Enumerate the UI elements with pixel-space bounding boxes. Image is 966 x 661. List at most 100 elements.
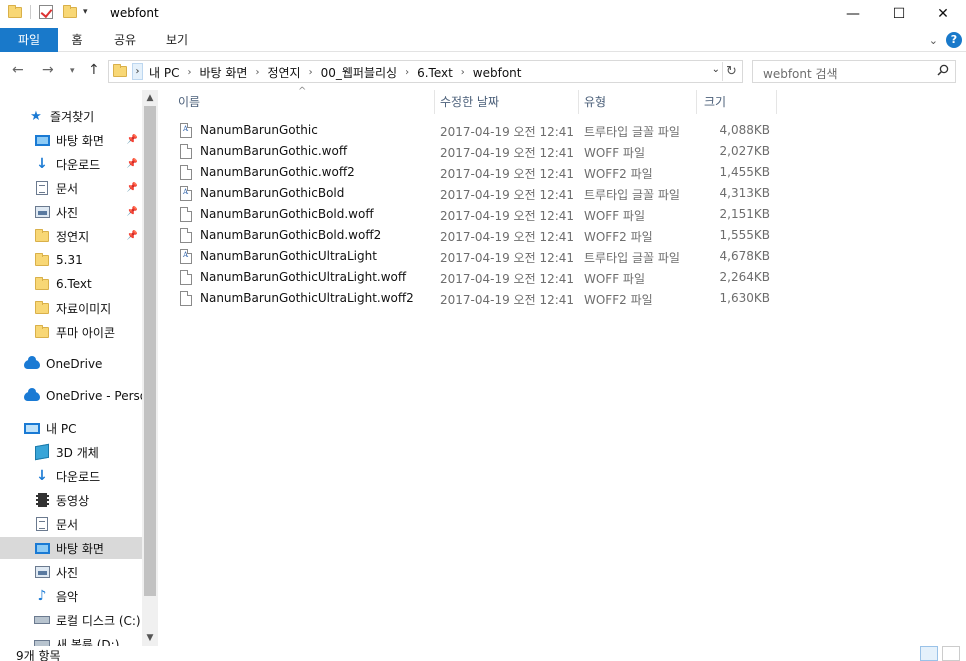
sidebar-item[interactable]: 사진: [0, 561, 142, 583]
breadcrumb-item[interactable]: 정연지: [267, 64, 300, 81]
file-type: 트루타입 글꼴 파일: [584, 188, 680, 202]
file-size: 2,151KB: [719, 207, 770, 221]
divider: [30, 5, 31, 19]
forward-icon[interactable]: →: [42, 62, 54, 78]
recent-locations-icon[interactable]: ▾: [70, 66, 75, 76]
sidebar-item[interactable]: 내 PC: [0, 417, 142, 439]
new-folder-icon[interactable]: [63, 4, 77, 18]
file-row[interactable]: NanumBarunGothic.woff 2017-04-19 오전 12:41…: [158, 141, 966, 162]
address-bar[interactable]: › 내 PC › 바탕 화면 › 정연지 › 00_웹퍼블리싱 › 6.Text…: [108, 60, 743, 83]
sidebar-item-label: 6.Text: [56, 277, 92, 291]
chevron-right-icon[interactable]: ›: [255, 67, 259, 78]
chevron-right-icon[interactable]: ›: [309, 67, 313, 78]
file-name: NanumBarunGothicUltraLight.woff2: [200, 291, 414, 305]
sidebar-item[interactable]: 바탕 화면: [0, 537, 142, 559]
file-type: 트루타입 글꼴 파일: [584, 251, 680, 265]
column-header-type[interactable]: 유형: [578, 90, 696, 114]
navigation-pane-scrollbar[interactable]: ▲ ▼: [142, 90, 158, 646]
chevron-down-icon[interactable]: ⌄: [712, 64, 720, 75]
file-row[interactable]: NanumBarunGothicBold 2017-04-19 오전 12:41 트…: [158, 183, 966, 204]
file-type: WOFF2 파일: [584, 293, 653, 307]
sidebar-item[interactable]: 바탕 화면 📌: [0, 129, 142, 151]
file-size: 4,088KB: [719, 123, 770, 137]
sidebar-item-label: 다운로드: [56, 157, 101, 172]
sidebar-item-label: 정연지: [56, 229, 90, 244]
sidebar-item[interactable]: 새 볼륨 (D:): [0, 633, 142, 646]
sidebar-item[interactable]: 동영상: [0, 489, 142, 511]
sidebar-item[interactable]: 로컬 디스크 (C:): [0, 609, 142, 631]
sidebar-item[interactable]: 5.31: [0, 249, 142, 271]
chevron-right-icon[interactable]: ›: [187, 67, 191, 78]
sidebar-item[interactable]: OneDrive: [0, 353, 142, 375]
sidebar-item[interactable]: 6.Text: [0, 273, 142, 295]
sidebar-item[interactable]: ♪ 음악: [0, 585, 142, 607]
folder-icon: [113, 64, 127, 77]
expand-ribbon-icon[interactable]: ⌄: [929, 34, 938, 47]
file-size: 2,264KB: [719, 270, 770, 284]
file-size: 1,630KB: [719, 291, 770, 305]
sidebar-item[interactable]: 문서 📌: [0, 177, 142, 199]
sidebar-item[interactable]: 문서: [0, 513, 142, 535]
breadcrumb-item[interactable]: 내 PC: [149, 64, 179, 81]
sidebar-item[interactable]: 3D 개체: [0, 441, 142, 463]
chevron-right-icon[interactable]: ›: [405, 67, 409, 78]
breadcrumb-item[interactable]: 바탕 화면: [199, 64, 247, 81]
file-date: 2017-04-19 오전 12:41: [440, 209, 575, 223]
sidebar-item[interactable]: 사진 📌: [0, 201, 142, 223]
minimize-button[interactable]: —: [830, 0, 876, 28]
breadcrumb-item[interactable]: 6.Text: [417, 66, 453, 80]
file-date: 2017-04-19 오전 12:41: [440, 272, 575, 286]
file-row[interactable]: NanumBarunGothicBold.woff 2017-04-19 오전 1…: [158, 204, 966, 225]
sidebar-item[interactable]: ↓ 다운로드: [0, 465, 142, 487]
chevron-right-icon[interactable]: ›: [132, 63, 143, 80]
close-button[interactable]: ✕: [920, 0, 966, 28]
title-bar: ▾ webfont — ☐ ✕: [0, 0, 966, 28]
file-size: 4,313KB: [719, 186, 770, 200]
file-icon: [180, 291, 192, 306]
scroll-down-icon[interactable]: ▼: [142, 630, 158, 646]
scroll-up-icon[interactable]: ▲: [142, 90, 158, 106]
sidebar-item[interactable]: 자료이미지: [0, 297, 142, 319]
tab-share[interactable]: 공유: [104, 28, 146, 52]
sidebar-item-label: 바탕 화면: [56, 133, 104, 148]
refresh-icon[interactable]: ↻: [722, 62, 740, 81]
breadcrumb-item[interactable]: 00_웹퍼블리싱: [321, 64, 397, 81]
sidebar-item[interactable]: 푸마 아이콘: [0, 321, 142, 343]
properties-icon[interactable]: [39, 5, 53, 19]
file-row[interactable]: NanumBarunGothicUltraLight.woff2 2017-04-…: [158, 288, 966, 309]
file-icon: [180, 207, 192, 222]
sidebar-item-label: 음악: [56, 589, 79, 604]
file-row[interactable]: NanumBarunGothicBold.woff2 2017-04-19 오전 …: [158, 225, 966, 246]
tab-home[interactable]: 홈: [62, 28, 92, 52]
details-view-icon[interactable]: [920, 646, 938, 661]
maximize-button[interactable]: ☐: [876, 0, 922, 28]
search-input[interactable]: webfont 검색: [752, 60, 956, 83]
file-row[interactable]: NanumBarunGothic 2017-04-19 오전 12:41 트루타입 …: [158, 120, 966, 141]
download-icon: ↓: [36, 156, 48, 172]
sidebar-item[interactable]: OneDrive - Personal: [0, 385, 142, 407]
tab-view[interactable]: 보기: [156, 28, 198, 52]
file-row[interactable]: NanumBarunGothicUltraLight 2017-04-19 오전 …: [158, 246, 966, 267]
column-header-size[interactable]: 크기: [696, 90, 776, 114]
folder-icon: [34, 252, 50, 267]
search-icon[interactable]: [937, 64, 949, 76]
file-icon: [180, 228, 192, 243]
sidebar-item[interactable]: ★ 즐겨찾기: [0, 105, 142, 127]
chevron-right-icon[interactable]: ›: [461, 67, 465, 78]
up-icon[interactable]: ↑: [88, 62, 100, 78]
sidebar-item[interactable]: 정연지 📌: [0, 225, 142, 247]
file-row[interactable]: NanumBarunGothic.woff2 2017-04-19 오전 12:4…: [158, 162, 966, 183]
help-icon[interactable]: ?: [946, 32, 962, 48]
scrollbar-thumb[interactable]: [144, 106, 156, 596]
tab-file[interactable]: 파일: [0, 28, 58, 52]
column-header-date[interactable]: 수정한 날짜: [434, 90, 578, 114]
back-icon[interactable]: ←: [12, 62, 24, 78]
sidebar-item-label: 즐겨찾기: [50, 109, 95, 124]
large-icons-view-icon[interactable]: [942, 646, 960, 661]
customize-toolbar-icon[interactable]: ▾: [83, 7, 88, 17]
column-divider[interactable]: [776, 90, 777, 114]
column-header-name[interactable]: 이름: [158, 90, 434, 114]
breadcrumb-item[interactable]: webfont: [473, 66, 522, 80]
file-row[interactable]: NanumBarunGothicUltraLight.woff 2017-04-1…: [158, 267, 966, 288]
sidebar-item[interactable]: ↓ 다운로드 📌: [0, 153, 142, 175]
